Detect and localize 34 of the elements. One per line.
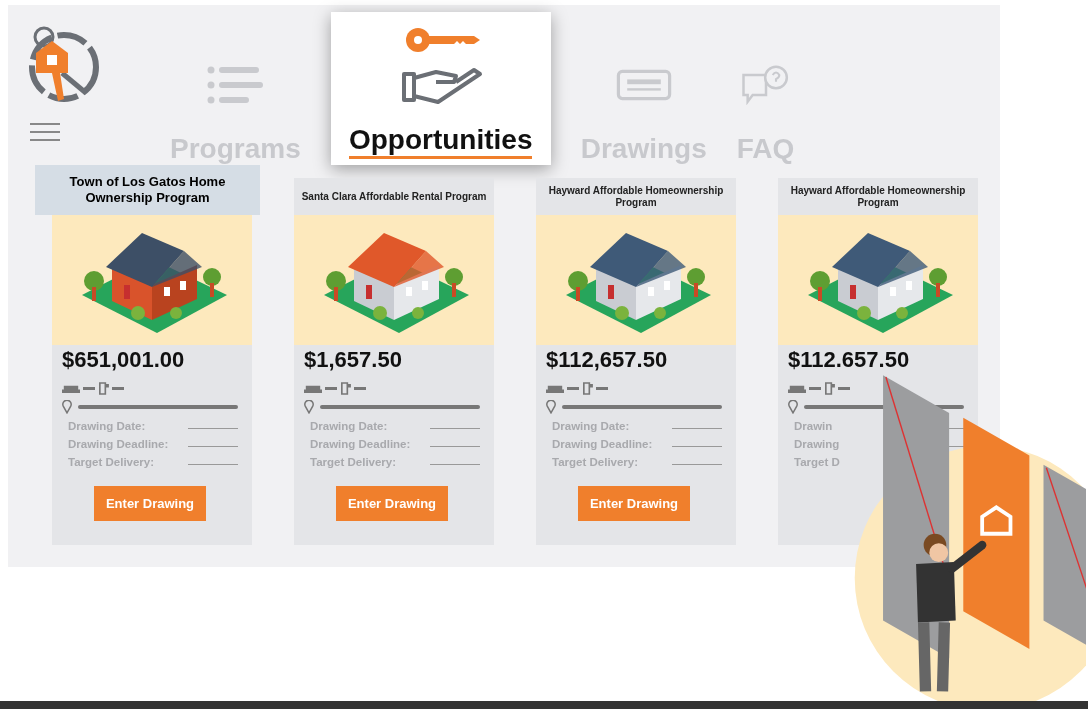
detail-label: Drawing Date:	[552, 420, 630, 432]
menu-icon[interactable]	[30, 123, 60, 141]
program-title: Hayward Affordable Homeownership Program	[789, 184, 967, 209]
detail-label: Target Delivery:	[310, 456, 397, 468]
enter-drawing-button[interactable]: Enter Drawing	[577, 486, 691, 521]
program-title: Santa Clara Affordable Rental Program	[301, 190, 487, 203]
program-title: Hayward Affordable Homeownership Program	[547, 184, 725, 209]
bathtub-icon	[98, 381, 109, 396]
location-pin-icon	[304, 400, 314, 414]
detail-label: Target Delivery:	[68, 456, 155, 468]
nav-tab[interactable]: Opportunities	[330, 12, 551, 165]
detail-label: Drawin	[794, 420, 833, 432]
detail-label: Target Delivery:	[552, 456, 639, 468]
price: $651,001.00	[62, 347, 186, 373]
list-icon	[207, 65, 264, 105]
detail-label: Drawing Deadline:	[310, 438, 411, 450]
location-pin-icon	[788, 400, 798, 414]
price: $112.657.50	[788, 347, 911, 373]
bathtub-icon	[824, 381, 835, 396]
bathtub-icon	[582, 381, 593, 396]
program-title: Town of Los Gatos Home Ownership Program	[68, 174, 227, 206]
detail-label: Drawing Deadline:	[552, 438, 653, 450]
detail-label: Drawing Date:	[310, 420, 388, 432]
location-pin-icon	[62, 400, 72, 414]
price: $1,657.50	[304, 347, 403, 373]
enter-drawing-button[interactable]: Enter Drawing	[335, 486, 449, 521]
detail-label: Target D	[794, 456, 840, 468]
detail-label: Drawing Deadline:	[68, 438, 169, 450]
bathtub-icon	[340, 381, 351, 396]
enter-drawing-button[interactable]: Enter Drawing	[93, 486, 207, 521]
location-pin-icon	[546, 400, 556, 414]
detail-label: Drawing	[794, 438, 840, 450]
detail-label: Drawing Date:	[68, 420, 146, 432]
price: $112,657.50	[546, 347, 669, 373]
